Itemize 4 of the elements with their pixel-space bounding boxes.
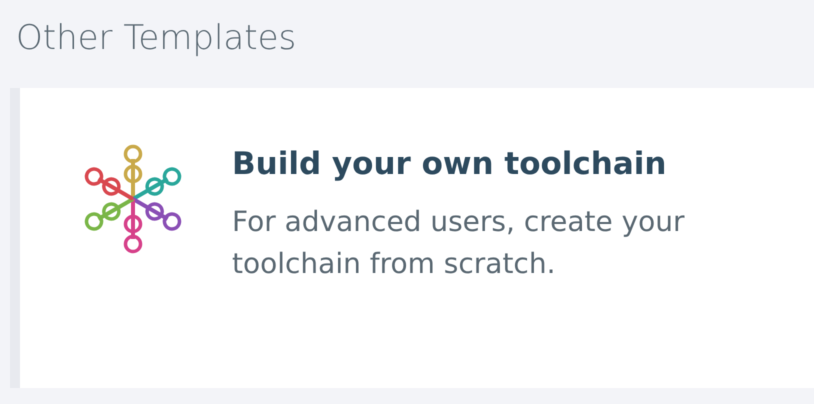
template-title: Build your own toolchain — [232, 146, 668, 184]
template-description: For advanced users, create your toolchain from scratch. — [232, 204, 686, 282]
section-title: Other Templates — [15, 17, 298, 60]
template-card[interactable]: Build your own toolchain For advanced users, create your toolchain from scratch. — [10, 88, 814, 388]
